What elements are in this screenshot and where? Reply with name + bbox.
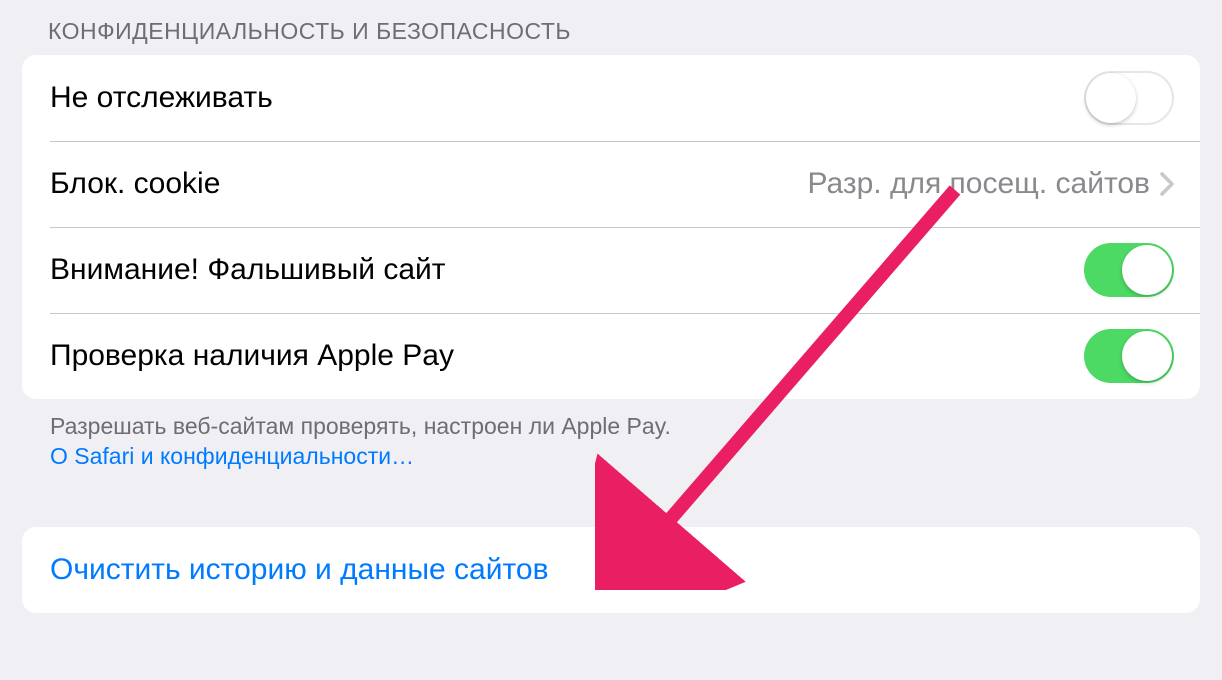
row-block-cookie[interactable]: Блок. cookie Разр. для посещ. сайтов [22, 141, 1200, 227]
row-fraud-warning[interactable]: Внимание! Фальшивый сайт [22, 227, 1200, 313]
footer-text-line: Разрешать веб-сайтам проверять, настроен… [50, 413, 671, 439]
row-do-not-track[interactable]: Не отслеживать [22, 55, 1200, 141]
toggle-knob [1086, 73, 1136, 123]
row-value: Разр. для посещ. сайтов [808, 167, 1151, 201]
footer-description: Разрешать веб-сайтам проверять, настроен… [50, 411, 1200, 471]
footer-link-privacy[interactable]: О Safari и конфиденциальности… [50, 441, 1200, 471]
action-label: Очистить историю и данные сайтов [50, 553, 549, 587]
toggle-fraud-warning[interactable] [1084, 243, 1174, 297]
row-clear-history[interactable]: Очистить историю и данные сайтов [22, 527, 1200, 613]
toggle-knob [1122, 245, 1172, 295]
row-label: Внимание! Фальшивый сайт [50, 253, 1084, 287]
toggle-knob [1122, 331, 1172, 381]
section-header-privacy: КОНФИДЕНЦИАЛЬНОСТЬ И БЕЗОПАСНОСТЬ [48, 18, 1200, 45]
toggle-do-not-track[interactable] [1084, 71, 1174, 125]
settings-group-privacy: Не отслеживать Блок. cookie Разр. для по… [22, 55, 1200, 399]
row-label: Не отслеживать [50, 81, 1084, 115]
row-label: Блок. cookie [50, 167, 808, 201]
toggle-apple-pay-check[interactable] [1084, 329, 1174, 383]
settings-group-action: Очистить историю и данные сайтов [22, 527, 1200, 613]
row-apple-pay-check[interactable]: Проверка наличия Apple Pay [22, 313, 1200, 399]
row-label: Проверка наличия Apple Pay [50, 339, 1084, 373]
chevron-right-icon [1160, 172, 1174, 196]
